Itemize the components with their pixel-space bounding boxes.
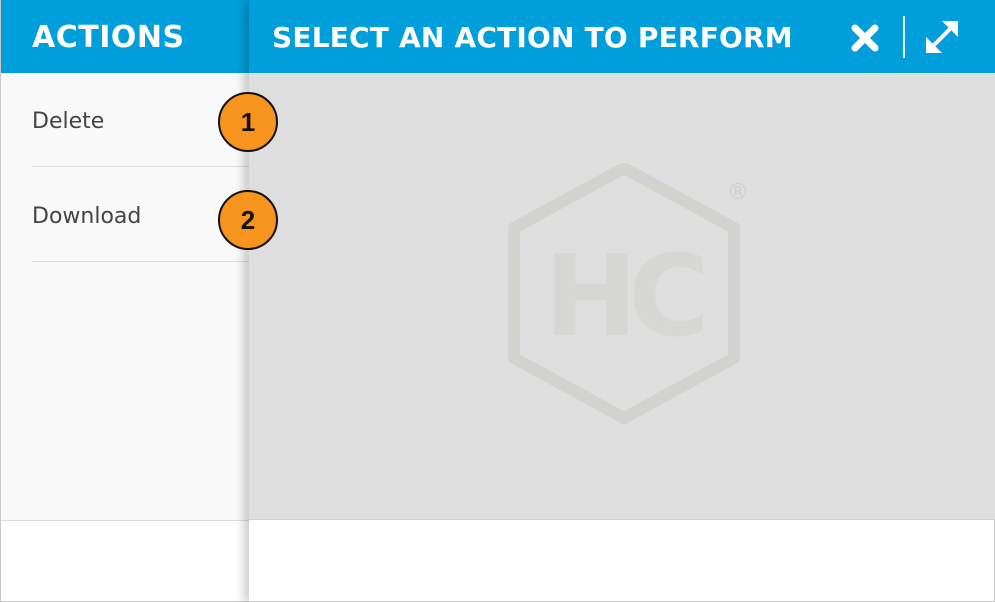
actions-sidebar: ACTIONS Delete Download <box>0 0 251 520</box>
logo-text: HC <box>544 232 704 362</box>
action-panel: SELECT AN ACTION TO PERFORM HC ® <box>249 0 995 602</box>
close-button[interactable] <box>847 20 883 56</box>
expand-button[interactable] <box>923 18 961 56</box>
registered-mark: ® <box>727 180 749 205</box>
panel-header: SELECT AN ACTION TO PERFORM <box>249 0 995 73</box>
marker-2: 2 <box>218 190 278 250</box>
marker-1: 1 <box>218 92 278 152</box>
panel-title: SELECT AN ACTION TO PERFORM <box>272 21 793 54</box>
sidebar-header: ACTIONS <box>1 0 251 73</box>
action-label-delete: Delete <box>32 109 105 134</box>
close-icon <box>851 24 879 52</box>
panel-footer <box>249 520 995 602</box>
sidebar-footer <box>0 520 250 602</box>
panel-body: HC ® <box>249 73 995 520</box>
expand-icon <box>926 21 958 53</box>
hc-logo-watermark: HC ® <box>508 163 749 424</box>
sidebar-title: ACTIONS <box>32 20 185 55</box>
header-divider <box>903 16 905 58</box>
action-label-download: Download <box>32 204 142 229</box>
